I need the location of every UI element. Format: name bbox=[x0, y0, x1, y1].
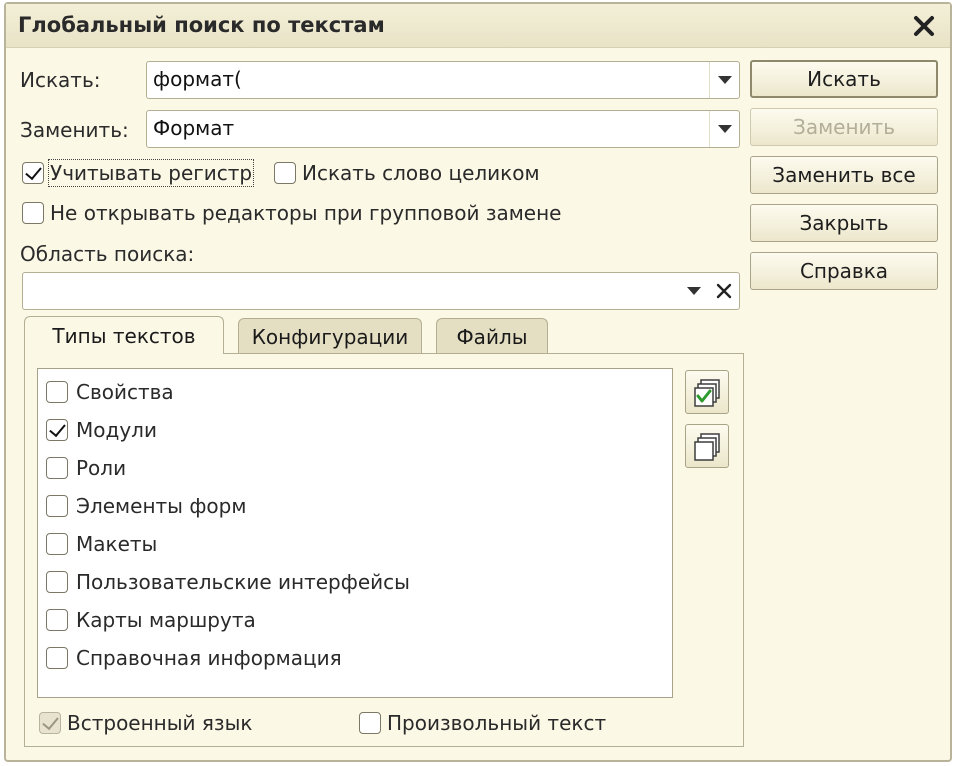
check-all-button[interactable] bbox=[685, 370, 729, 414]
chevron-down-icon bbox=[717, 125, 732, 133]
text-type-checkbox[interactable] bbox=[46, 533, 68, 555]
free-text-checkbox[interactable] bbox=[359, 712, 381, 734]
text-type-checkbox[interactable] bbox=[46, 571, 68, 593]
text-type-label: Свойства bbox=[76, 380, 174, 404]
title-bar: Глобальный поиск по текстам bbox=[6, 4, 950, 48]
scope-label: Область поиска: bbox=[20, 242, 195, 266]
replace-label: Заменить: bbox=[20, 118, 129, 142]
text-type-checkbox[interactable] bbox=[46, 609, 68, 631]
scope-input[interactable] bbox=[22, 272, 740, 310]
match-case-label[interactable]: Учитывать регистр bbox=[47, 159, 255, 187]
text-type-label: Справочная информация bbox=[76, 646, 342, 670]
close-button-label: Закрыть bbox=[799, 211, 889, 235]
tab-files-label: Файлы bbox=[456, 324, 528, 349]
help-button-label: Справка bbox=[799, 259, 889, 283]
uncheck-all-button[interactable] bbox=[685, 424, 729, 468]
chevron-down-icon bbox=[717, 76, 732, 84]
free-text-label[interactable]: Произвольный текст bbox=[387, 711, 606, 735]
find-button[interactable]: Искать bbox=[750, 60, 938, 98]
list-item[interactable]: Пользовательские интерфейсы bbox=[38, 563, 672, 597]
text-type-checkbox[interactable] bbox=[46, 647, 68, 669]
uncheck-all-icon bbox=[694, 433, 720, 461]
scope-dropdown-button[interactable] bbox=[679, 273, 709, 309]
tab-configurations-label: Конфигурации bbox=[251, 324, 409, 349]
replace-dropdown-button[interactable] bbox=[709, 111, 739, 147]
chevron-down-icon bbox=[687, 287, 701, 295]
list-item[interactable]: Макеты bbox=[38, 525, 672, 559]
text-type-checkbox[interactable] bbox=[46, 419, 68, 441]
list-item[interactable]: Элементы форм bbox=[38, 487, 672, 521]
text-type-checkbox[interactable] bbox=[46, 495, 68, 517]
text-type-label: Модули bbox=[76, 418, 157, 442]
replace-button[interactable]: Заменить bbox=[750, 108, 938, 146]
global-search-dialog: Глобальный поиск по текстам Искать: форм… bbox=[4, 2, 952, 762]
search-input[interactable]: формат( bbox=[146, 61, 740, 99]
search-label: Искать: bbox=[20, 68, 101, 92]
list-item[interactable]: Модули bbox=[38, 411, 672, 445]
window-title: Глобальный поиск по текстам bbox=[18, 13, 385, 37]
whole-word-checkbox[interactable] bbox=[274, 162, 296, 184]
text-type-label: Карты маршрута bbox=[76, 608, 256, 632]
text-type-label: Макеты bbox=[76, 532, 158, 556]
text-type-label: Роли bbox=[76, 456, 127, 480]
close-button[interactable]: Закрыть bbox=[750, 204, 938, 242]
text-type-checkbox[interactable] bbox=[46, 457, 68, 479]
scope-clear-button[interactable] bbox=[709, 273, 739, 309]
no-editors-checkbox[interactable] bbox=[22, 202, 44, 224]
close-icon bbox=[914, 16, 934, 36]
list-item[interactable]: Роли bbox=[38, 449, 672, 483]
search-input-value: формат( bbox=[153, 67, 242, 91]
find-button-label: Искать bbox=[807, 67, 881, 91]
text-types-panel: Свойства Модули Роли Элементы форм Макет… bbox=[24, 353, 744, 747]
text-type-checkbox[interactable] bbox=[46, 381, 68, 403]
match-case-checkbox[interactable] bbox=[22, 162, 44, 184]
list-item[interactable]: Справочная информация bbox=[38, 639, 672, 673]
builtin-language-checkbox bbox=[39, 712, 61, 734]
list-item[interactable]: Свойства bbox=[38, 373, 672, 407]
tab-text-types-label: Типы текстов bbox=[52, 323, 196, 348]
clear-icon bbox=[716, 283, 732, 299]
text-types-list[interactable]: Свойства Модули Роли Элементы форм Макет… bbox=[37, 368, 673, 698]
builtin-language-label: Встроенный язык bbox=[67, 711, 253, 735]
tab-files[interactable]: Файлы bbox=[436, 318, 548, 354]
check-all-icon bbox=[694, 379, 720, 407]
replace-input[interactable]: Формат bbox=[146, 110, 740, 148]
no-editors-label[interactable]: Не открывать редакторы при групповой зам… bbox=[50, 201, 561, 225]
whole-word-label[interactable]: Искать слово целиком bbox=[302, 161, 540, 185]
help-button[interactable]: Справка bbox=[750, 252, 938, 290]
text-type-label: Элементы форм bbox=[76, 494, 247, 518]
replace-all-button[interactable]: Заменить все bbox=[750, 156, 938, 194]
replace-input-value: Формат bbox=[153, 116, 235, 140]
search-dropdown-button[interactable] bbox=[709, 62, 739, 98]
replace-button-label: Заменить bbox=[793, 115, 895, 139]
replace-all-button-label: Заменить все bbox=[772, 163, 916, 187]
list-item[interactable]: Карты маршрута bbox=[38, 601, 672, 635]
close-window-button[interactable] bbox=[908, 10, 940, 42]
tab-text-types[interactable]: Типы текстов bbox=[24, 316, 224, 354]
text-type-label: Пользовательские интерфейсы bbox=[76, 570, 410, 594]
tab-configurations[interactable]: Конфигурации bbox=[238, 318, 422, 354]
